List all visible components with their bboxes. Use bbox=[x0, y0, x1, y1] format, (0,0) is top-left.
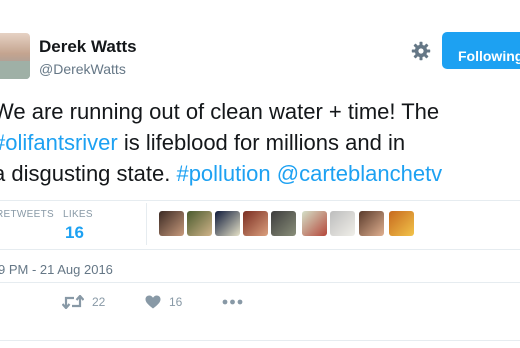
liker-avatar[interactable] bbox=[159, 211, 184, 236]
hashtag-link[interactable]: #pollution bbox=[176, 161, 270, 186]
tweet-text-line: #olifantsriver is lifeblood for millions… bbox=[0, 127, 520, 158]
liker-avatar[interactable] bbox=[302, 211, 327, 236]
divider bbox=[0, 282, 520, 283]
tweet-text: We are running out of clean water + time… bbox=[0, 96, 520, 189]
retweet-count: 22 bbox=[92, 295, 106, 309]
tweet-text-line: We are running out of clean water + time… bbox=[0, 96, 520, 127]
stats-separator bbox=[146, 203, 147, 245]
retweet-icon bbox=[62, 295, 84, 309]
like-button[interactable]: 16 bbox=[145, 292, 182, 312]
likes-label[interactable]: LIKES bbox=[63, 209, 93, 220]
author-handle[interactable]: @DerekWatts bbox=[39, 61, 126, 77]
more-button[interactable] bbox=[222, 292, 243, 312]
timestamp[interactable]: 9 PM - 21 Aug 2016 bbox=[0, 262, 113, 277]
divider bbox=[0, 340, 520, 341]
liker-avatar[interactable] bbox=[359, 211, 384, 236]
liker-avatar[interactable] bbox=[271, 211, 296, 236]
liker-avatar[interactable] bbox=[330, 211, 355, 236]
following-button[interactable]: Following bbox=[442, 32, 520, 69]
tweet-text-segment: a disgusting state. bbox=[0, 161, 177, 186]
mention-link[interactable]: @carteblanchetv bbox=[277, 161, 442, 186]
avatar[interactable] bbox=[0, 33, 30, 79]
liker-avatar[interactable] bbox=[389, 211, 414, 236]
ellipsis-icon bbox=[222, 299, 243, 305]
gear-icon[interactable] bbox=[411, 41, 431, 61]
divider bbox=[0, 249, 520, 250]
heart-icon bbox=[145, 295, 161, 309]
tweet-text-segment: We are running out of clean water + time… bbox=[0, 99, 440, 124]
author-display-name[interactable]: Derek Watts bbox=[39, 37, 137, 57]
liker-avatar[interactable] bbox=[243, 211, 268, 236]
tweet-text-segment: is lifeblood for millions and in bbox=[117, 130, 406, 155]
retweet-button[interactable]: 22 bbox=[62, 292, 105, 312]
divider bbox=[0, 200, 520, 201]
tweet-text-line: a disgusting state. #pollution @cartebla… bbox=[0, 158, 520, 189]
like-count: 16 bbox=[169, 295, 183, 309]
liker-avatar[interactable] bbox=[187, 211, 212, 236]
hashtag-link[interactable]: #olifantsriver bbox=[0, 130, 118, 155]
likes-count[interactable]: 16 bbox=[65, 223, 84, 243]
retweets-label[interactable]: RETWEETS bbox=[0, 209, 54, 220]
liker-avatar[interactable] bbox=[215, 211, 240, 236]
